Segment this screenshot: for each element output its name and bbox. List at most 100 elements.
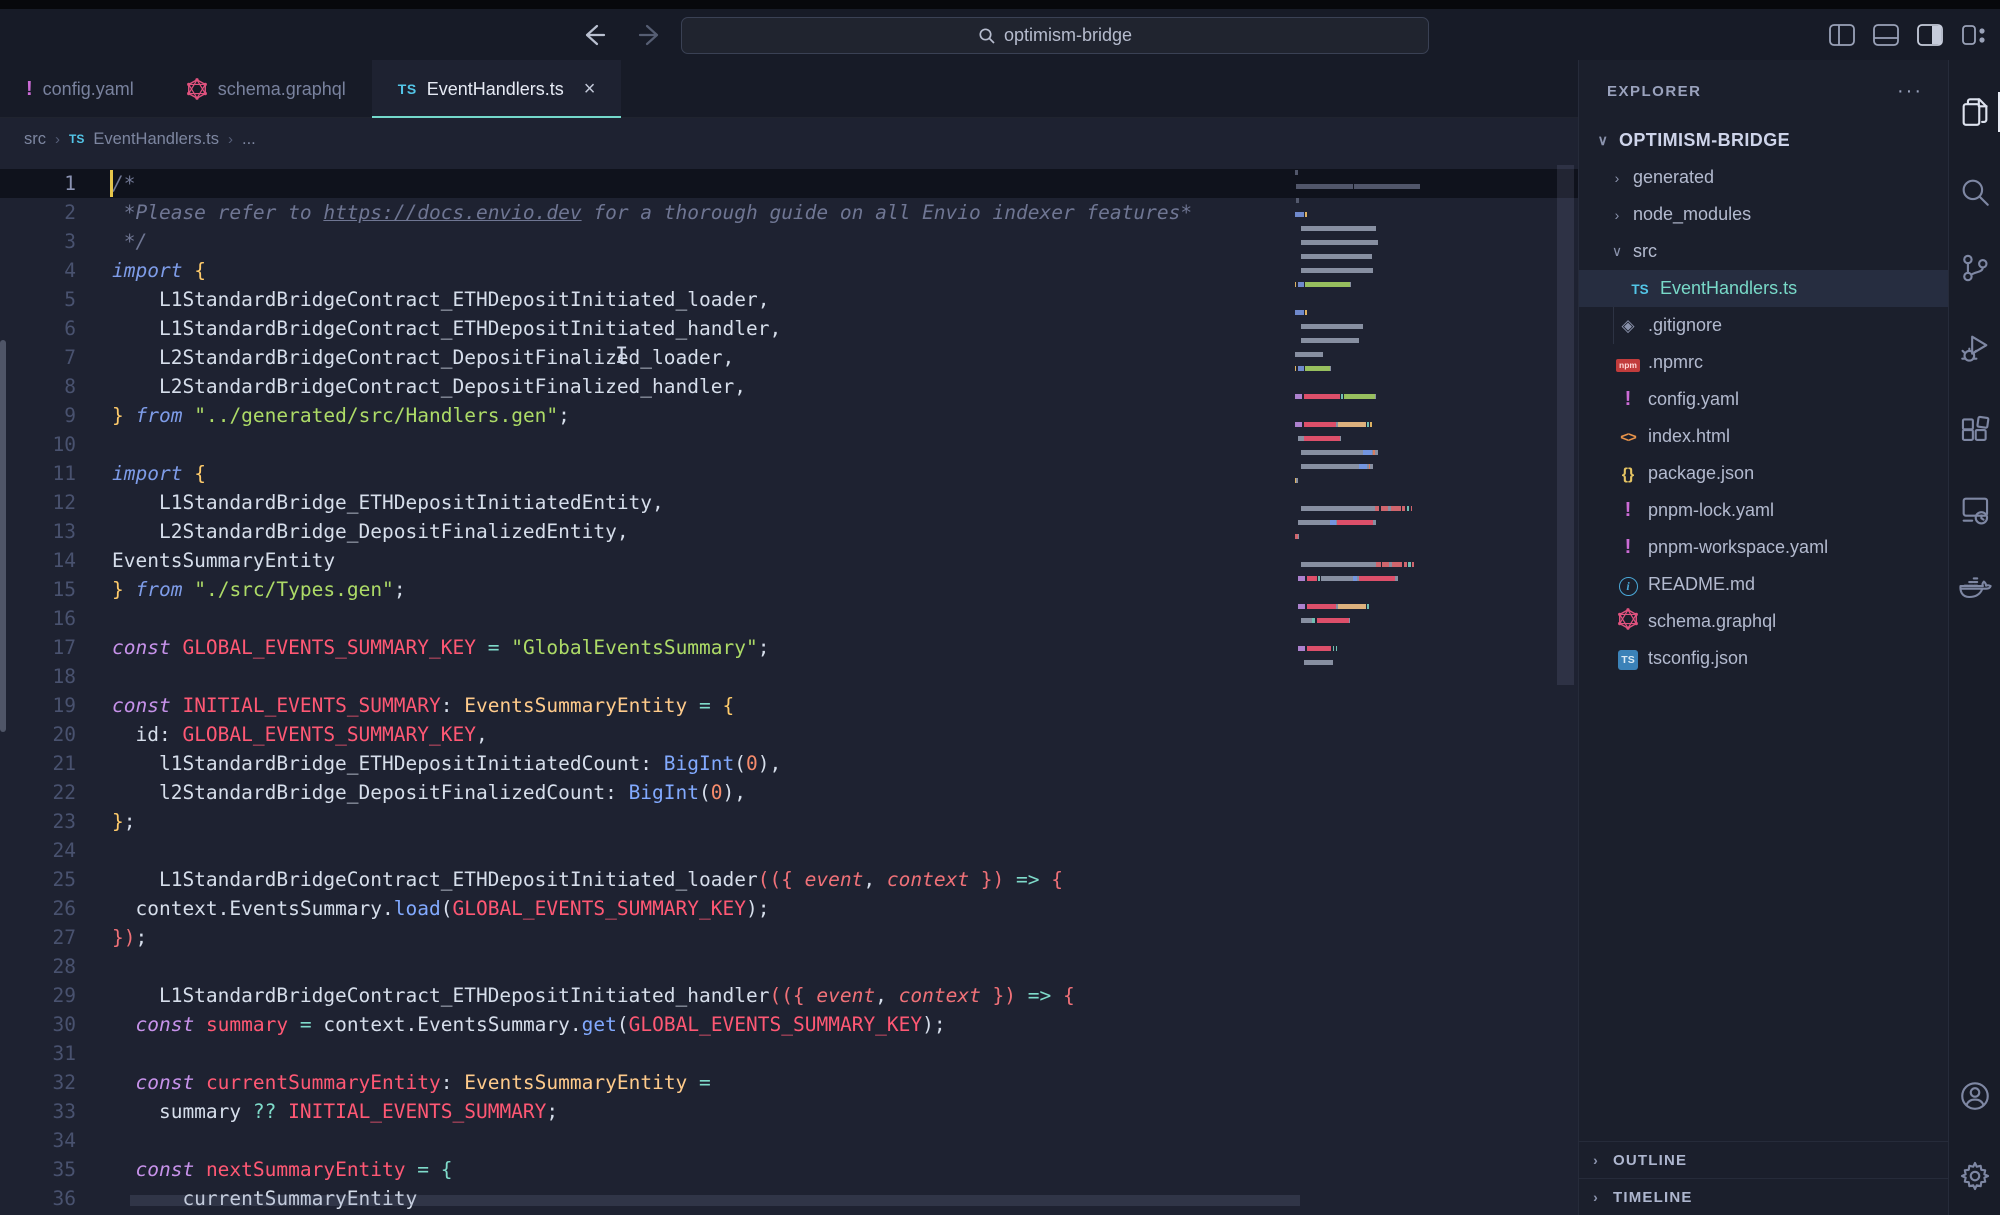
tree-item-pnpm-lock.yaml[interactable]: !pnpm-lock.yaml	[1579, 492, 1949, 529]
minimap-line	[1295, 184, 1420, 189]
code-line-35: 35 const nextSummaryEntity = {	[0, 1155, 1578, 1184]
extensions-icon[interactable]	[1949, 404, 2000, 456]
tab-label: EventHandlers.ts	[427, 79, 564, 100]
tree-item-label: index.html	[1648, 426, 1730, 447]
section-timeline[interactable]: ›TIMELINE	[1579, 1178, 1949, 1215]
toggle-secondary-sidebar-icon[interactable]	[1916, 23, 1944, 47]
yaml-warning-icon: !	[1625, 499, 1632, 521]
vertical-scrollbar[interactable]	[1557, 165, 1574, 685]
chevron-down-icon: ∨	[1607, 243, 1627, 260]
line-number: 21	[0, 749, 76, 778]
toggle-primary-sidebar-icon[interactable]	[1828, 23, 1856, 47]
indent-guide	[1613, 307, 1614, 344]
settings-gear-icon[interactable]	[1949, 1150, 2000, 1202]
breadcrumb-src[interactable]: src	[24, 130, 46, 149]
run-debug-icon[interactable]	[1949, 322, 2000, 374]
tab-label: config.yaml	[43, 79, 134, 100]
graphql-icon	[1617, 608, 1639, 630]
minimap-line	[1295, 268, 1420, 273]
explorer-header: EXPLORER ···	[1579, 60, 1949, 122]
code-line-26: 26 context.EventsSummary.load(GLOBAL_EVE…	[0, 894, 1578, 923]
tree-item-OPTIMISM-BRIDGE[interactable]: ∨OPTIMISM-BRIDGE	[1579, 122, 1949, 159]
tsconfig-icon: TS	[1618, 650, 1638, 670]
tree-item-EventHandlers.ts[interactable]: TSEventHandlers.ts	[1579, 270, 1949, 307]
line-number: 20	[0, 720, 76, 749]
breadcrumb-file[interactable]: EventHandlers.ts	[93, 130, 219, 149]
line-number: 35	[0, 1155, 76, 1184]
minimap-line	[1295, 450, 1420, 455]
close-icon[interactable]: ×	[584, 78, 596, 101]
tree-item-label: README.md	[1648, 574, 1755, 595]
section-outline[interactable]: ›OUTLINE	[1579, 1141, 1949, 1178]
line-number: 5	[0, 285, 76, 314]
code-editor[interactable]: 1/*2 *Please refer to https://docs.envio…	[0, 160, 1578, 1215]
line-number: 22	[0, 778, 76, 807]
readme-info-icon: i	[1619, 577, 1638, 596]
tree-item-.gitignore[interactable]: ◈.gitignore	[1579, 307, 1949, 344]
json-icon: {}	[1622, 466, 1634, 483]
line-number: 11	[0, 459, 76, 488]
minimap-line	[1295, 604, 1420, 609]
tree-item-index.html[interactable]: <>index.html	[1579, 418, 1949, 455]
explorer-more-icon[interactable]: ···	[1897, 80, 1923, 103]
line-number: 24	[0, 836, 76, 865]
remote-explorer-icon[interactable]	[1949, 484, 2000, 536]
tab-EventHandlers.ts[interactable]: TSEventHandlers.ts×	[372, 60, 622, 118]
source-control-icon[interactable]	[1949, 242, 2000, 294]
code-line-33: 33 summary ?? INITIAL_EVENTS_SUMMARY;	[0, 1097, 1578, 1126]
tree-item-node_modules[interactable]: ›node_modules	[1579, 196, 1949, 233]
command-center-search[interactable]: optimism-bridge	[681, 17, 1429, 54]
code-line-31: 31	[0, 1039, 1578, 1068]
graphql-icon	[186, 78, 208, 100]
minimap-line	[1295, 590, 1420, 595]
breadcrumb[interactable]: src › TS EventHandlers.ts › ...	[0, 118, 1578, 160]
yaml-warning-icon: !	[1625, 536, 1632, 558]
code-line-24: 24	[0, 836, 1578, 865]
text-cursor	[110, 170, 113, 197]
explorer-icon[interactable]	[1949, 86, 2000, 138]
minimap-line	[1295, 618, 1420, 623]
tree-item-generated[interactable]: ›generated	[1579, 159, 1949, 196]
sidebar-bottom-sections: ›OUTLINE›TIMELINE	[1579, 1141, 1949, 1215]
tree-item-config.yaml[interactable]: !config.yaml	[1579, 381, 1949, 418]
yaml-warning-icon: !	[1625, 388, 1632, 410]
tab-schema.graphql[interactable]: schema.graphql	[160, 60, 372, 118]
chevron-right-icon: ›	[1579, 1152, 1613, 1168]
back-arrow-icon[interactable]	[578, 21, 608, 49]
line-number: 25	[0, 865, 76, 894]
tree-item-package.json[interactable]: {}package.json	[1579, 455, 1949, 492]
minimap-line	[1295, 212, 1420, 217]
file-tree: ∨OPTIMISM-BRIDGE›generated›node_modules∨…	[1579, 122, 1949, 677]
tab-bar: !config.yamlschema.graphqlTSEventHandler…	[0, 60, 1578, 118]
line-number: 32	[0, 1068, 76, 1097]
tree-item-schema.graphql[interactable]: schema.graphql	[1579, 603, 1949, 640]
minimap[interactable]	[1295, 170, 1420, 730]
line-number: 17	[0, 633, 76, 662]
toggle-panel-icon[interactable]	[1872, 23, 1900, 47]
line-number: 16	[0, 604, 76, 633]
breadcrumb-separator: ›	[55, 131, 60, 148]
code-line-27: 27});	[0, 923, 1578, 952]
line-number: 1	[0, 169, 76, 198]
minimap-line	[1295, 520, 1420, 525]
tree-item-src[interactable]: ∨src	[1579, 233, 1949, 270]
tree-item-README.md[interactable]: i README.md	[1579, 566, 1949, 603]
tab-config.yaml[interactable]: !config.yaml	[0, 60, 160, 118]
line-number: 29	[0, 981, 76, 1010]
tree-item-.npmrc[interactable]: npm.npmrc	[1579, 344, 1949, 381]
tree-item-tsconfig.json[interactable]: TStsconfig.json	[1579, 640, 1949, 677]
search-icon[interactable]	[1949, 166, 2000, 218]
horizontal-scrollbar[interactable]	[130, 1195, 1300, 1206]
code-line-34: 34	[0, 1126, 1578, 1155]
section-label: TIMELINE	[1613, 1189, 1693, 1206]
breadcrumb-symbol[interactable]: ...	[242, 130, 256, 149]
minimap-line	[1295, 436, 1420, 441]
account-icon[interactable]	[1949, 1070, 2000, 1122]
window-top-edge	[0, 0, 2000, 9]
forward-arrow-icon[interactable]	[636, 21, 666, 49]
activity-bar	[1948, 60, 2000, 1215]
customize-layout-icon[interactable]	[1960, 23, 1988, 47]
search-value: optimism-bridge	[1004, 25, 1132, 46]
docker-icon[interactable]	[1949, 562, 2000, 614]
tree-item-pnpm-workspace.yaml[interactable]: !pnpm-workspace.yaml	[1579, 529, 1949, 566]
